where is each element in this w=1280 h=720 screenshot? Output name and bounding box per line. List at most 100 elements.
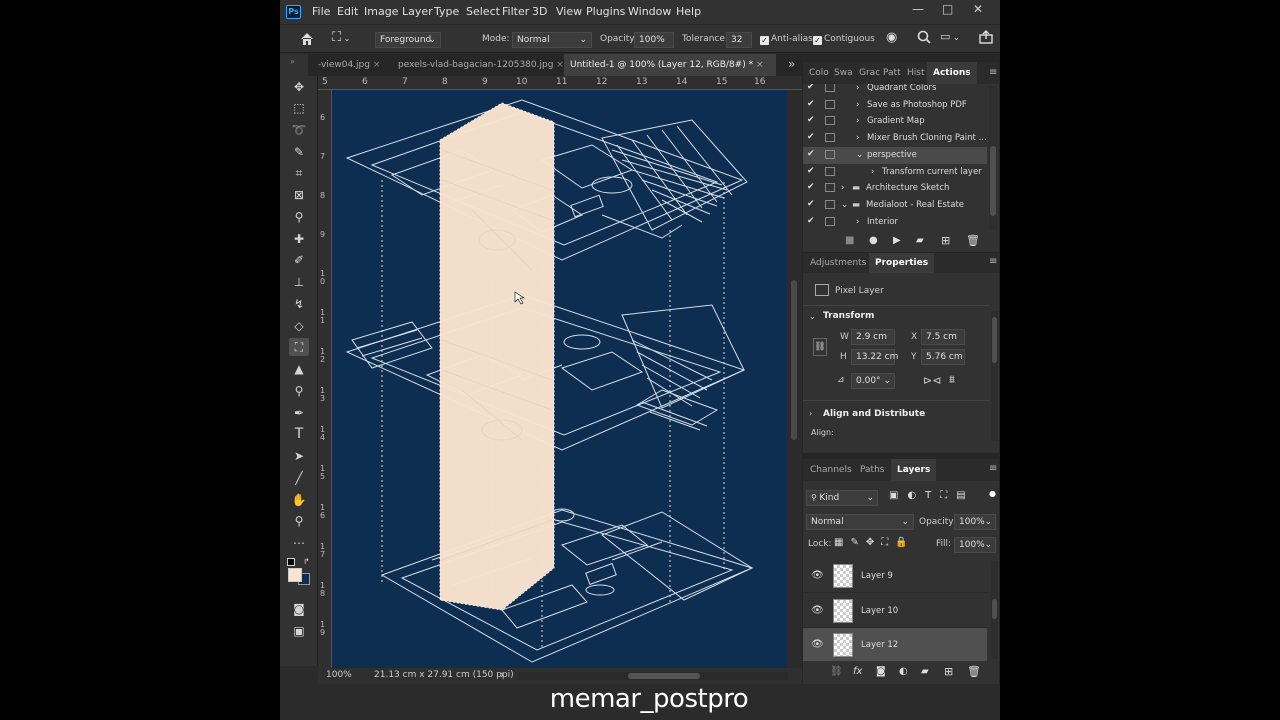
angle-input[interactable]: 0.00° ⌄ xyxy=(851,373,895,389)
expand-chevron-icon[interactable]: › xyxy=(856,84,859,93)
flip-vertical-icon[interactable]: ⩩ xyxy=(949,373,955,387)
toggle-check-icon[interactable]: ✔ xyxy=(807,216,816,226)
canvas-vertical-scrollbar[interactable] xyxy=(787,90,802,668)
action-row[interactable]: ✔ › ▬ Architecture Sketch xyxy=(803,180,987,197)
action-row[interactable]: ✔ ⌄ ▬ Medialoot - Real Estate xyxy=(803,197,987,214)
action-row[interactable]: ✔ › Save as Photoshop PDF xyxy=(803,97,987,114)
menu-filter[interactable]: Filter xyxy=(502,5,529,18)
play-icon[interactable]: ▶ xyxy=(893,235,901,246)
menu-image[interactable]: Image xyxy=(364,5,398,18)
link-layers-icon[interactable]: ⛓ xyxy=(830,666,843,677)
tab-close-icon[interactable]: × xyxy=(556,60,564,70)
tab-grac[interactable]: Grac xyxy=(859,68,880,78)
scroll-thumb[interactable] xyxy=(990,146,996,216)
paint-bucket-preset-icon[interactable]: ⛶ ⌄ xyxy=(332,30,360,48)
menu-edit[interactable]: Edit xyxy=(337,5,358,18)
default-colors-icon[interactable] xyxy=(287,558,295,566)
tab-view04[interactable]: -view04.jpg × xyxy=(312,54,386,76)
contiguous-checkbox[interactable]: ✓ xyxy=(813,36,822,45)
panel-menu-icon[interactable]: ≡ xyxy=(989,67,997,78)
marquee-tool-icon[interactable]: ⬚ xyxy=(289,99,309,117)
tab-untitled-1[interactable]: Untitled-1 @ 100% (Layer 12, RGB/8#) * × xyxy=(564,54,776,76)
more-tools-icon[interactable]: ⋯ xyxy=(289,534,309,552)
scroll-thumb[interactable] xyxy=(628,673,700,679)
mode-select[interactable]: Normal ⌄ xyxy=(512,32,592,48)
lock-icons[interactable]: ▦✎✥⛶🔒 xyxy=(834,537,915,548)
dialog-toggle-icon[interactable] xyxy=(825,183,835,193)
menu-help[interactable]: Help xyxy=(676,5,701,18)
action-row[interactable]: ✔ ⌄ perspective xyxy=(803,146,987,164)
workspace-icon[interactable]: ▭ ⌄ xyxy=(940,30,964,44)
eyedropper-tool-icon[interactable]: ⚲ xyxy=(289,208,309,226)
eraser-tool-icon[interactable]: ◇ xyxy=(289,317,309,335)
toggle-check-icon[interactable]: ✔ xyxy=(807,183,816,192)
zoom-level[interactable]: 100% xyxy=(326,670,352,680)
delete-layer-icon[interactable]: 🗑 xyxy=(967,665,981,678)
all-layers-icon[interactable]: ◉ xyxy=(886,30,897,45)
record-icon[interactable]: ● xyxy=(869,235,878,246)
dialog-toggle-icon[interactable] xyxy=(825,166,835,176)
layer-filter-icons[interactable]: ▣◐T⛶▤ xyxy=(889,490,975,501)
expand-chevron-icon[interactable]: › xyxy=(856,116,859,126)
document-canvas[interactable] xyxy=(332,90,787,668)
dialog-toggle-icon[interactable] xyxy=(825,199,835,209)
tab-actions[interactable]: Actions xyxy=(927,62,977,84)
expand-chevron-icon[interactable]: › xyxy=(871,167,874,177)
toggle-check-icon[interactable]: ✔ xyxy=(807,166,816,176)
filter-toggle-icon[interactable]: ● xyxy=(989,489,996,498)
new-layer-icon[interactable]: ⊞ xyxy=(944,665,953,678)
actions-scrollbar[interactable] xyxy=(989,86,997,230)
toggle-check-icon[interactable]: ✔ xyxy=(807,199,816,209)
tab-paths[interactable]: Paths xyxy=(860,465,884,475)
dialog-toggle-icon[interactable] xyxy=(825,99,835,109)
toolbar-collapse-icon[interactable]: » xyxy=(290,57,295,66)
dialog-toggle-icon[interactable] xyxy=(825,84,835,92)
minimize-button[interactable]: — xyxy=(912,2,924,16)
visibility-eye-icon[interactable]: 👁 xyxy=(811,570,824,581)
maximize-button[interactable]: □ xyxy=(942,2,953,16)
delete-icon[interactable]: 🗑 xyxy=(966,234,980,247)
tab-overflow-icon[interactable]: » xyxy=(788,57,795,71)
quick-selection-tool-icon[interactable]: ✎ xyxy=(289,143,309,161)
y-input[interactable]: 5.76 cm xyxy=(921,349,965,365)
fill-input[interactable]: 100% ⌄ xyxy=(954,537,996,553)
layers-scrollbar[interactable] xyxy=(991,561,998,659)
antialias-checkbox[interactable]: ✓ xyxy=(760,36,769,45)
layer-row[interactable]: 👁 Layer 10 xyxy=(803,593,987,628)
expand-chevron-icon[interactable]: ⌄ xyxy=(856,150,863,160)
type-tool-icon[interactable]: T xyxy=(289,425,309,443)
new-group-icon[interactable]: ▰ xyxy=(921,666,929,677)
toggle-check-icon[interactable]: ✔ xyxy=(807,99,816,109)
expand-chevron-icon[interactable]: › xyxy=(856,217,859,227)
layer-name[interactable]: Layer 9 xyxy=(861,571,893,581)
dialog-toggle-icon[interactable] xyxy=(825,149,835,159)
expand-chevron-icon[interactable]: › xyxy=(856,133,859,143)
tab-properties[interactable]: Properties xyxy=(869,253,935,273)
x-input[interactable]: 7.5 cm xyxy=(921,329,965,345)
action-row[interactable]: ✔ › Mixer Brush Cloning Paint ... xyxy=(803,130,987,147)
menu-3d[interactable]: 3D xyxy=(532,5,547,18)
transform-chevron-icon[interactable]: ⌄ xyxy=(809,312,816,321)
status-arrow-icon[interactable]: › xyxy=(500,668,504,681)
layer-opacity-input[interactable]: 100% ⌄ xyxy=(954,514,996,530)
tab-close-icon[interactable]: × xyxy=(756,60,764,70)
panel-menu-icon[interactable]: ≡ xyxy=(989,256,997,267)
paint-bucket-tool-icon[interactable]: ⛶ xyxy=(289,338,309,356)
panel-menu-icon[interactable]: ≡ xyxy=(989,463,997,474)
scroll-thumb[interactable] xyxy=(992,599,997,619)
tab-layers[interactable]: Layers xyxy=(891,459,937,481)
align-chevron-icon[interactable]: › xyxy=(809,409,812,418)
brush-tool-icon[interactable]: ✐ xyxy=(289,251,309,269)
expand-chevron-icon[interactable]: ⌄ xyxy=(841,200,848,210)
tab-channels[interactable]: Channels xyxy=(810,465,852,475)
path-selection-tool-icon[interactable]: ➤ xyxy=(289,447,309,465)
dodge-tool-icon[interactable]: ⚲ xyxy=(289,382,309,400)
line-tool-icon[interactable]: ╱ xyxy=(289,469,309,487)
dialog-toggle-icon[interactable] xyxy=(825,116,835,126)
width-input[interactable]: 2.9 cm xyxy=(851,329,895,345)
tolerance-input[interactable]: 32 xyxy=(726,32,752,48)
fx-icon[interactable]: fx xyxy=(853,666,862,677)
tab-adjustments[interactable]: Adjustments xyxy=(810,258,866,268)
tab-close-icon[interactable]: × xyxy=(373,60,381,70)
healing-brush-tool-icon[interactable]: ✚ xyxy=(289,230,309,248)
